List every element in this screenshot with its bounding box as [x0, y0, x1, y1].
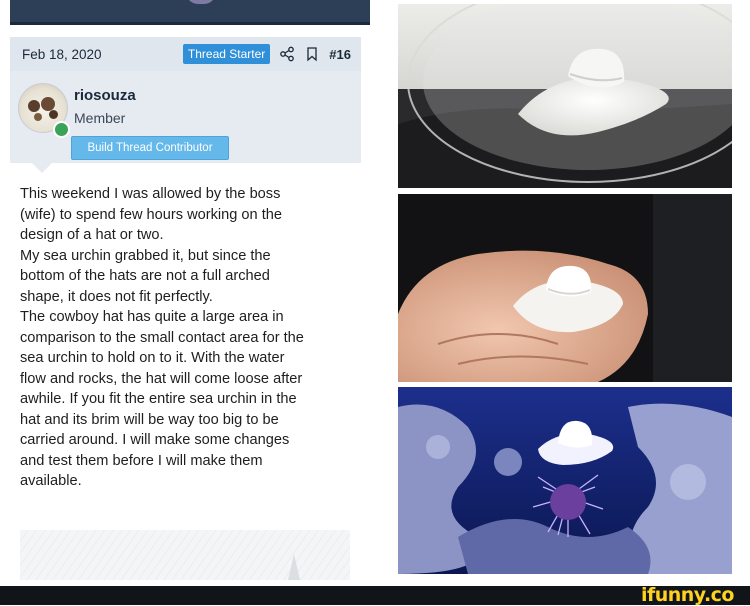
post-body-line: sea urchin to hold on to it. With the wa… — [20, 350, 285, 366]
post-body-line: hat and its brim will be way too big to … — [20, 411, 279, 428]
photo-urchin-with-hat — [398, 387, 732, 574]
post-number-link[interactable]: #16 — [329, 47, 351, 62]
ifunny-watermark: ifunny.co — [640, 584, 735, 606]
contributor-badge: Build Thread Contributor — [71, 136, 229, 160]
post-body-line: awhile. If you fit the entire sea urchin… — [20, 391, 297, 407]
post-body: This weekend I was allowed by the boss (w… — [20, 184, 356, 492]
post-body-line: and test them before I will make them — [20, 452, 263, 469]
post-body-line: (wife) to spend few hours working on the — [20, 206, 283, 223]
post-body-line: available. — [20, 473, 82, 489]
bookmark-icon[interactable] — [304, 46, 320, 62]
post-date[interactable]: Feb 18, 2020 — [22, 47, 183, 62]
footer-bar: ifunny.co — [0, 586, 750, 605]
post-body-line: This weekend I was allowed by the boss — [20, 186, 281, 202]
user-info-block: riosouza Member Build Thread Contributor — [10, 71, 361, 163]
post-body-line: shape, it does not fit perfectly. — [20, 288, 213, 305]
photo-hat-in-hand — [398, 194, 732, 382]
post-body-line: carried around. I will make some changes — [20, 432, 290, 448]
message-pointer — [32, 163, 52, 173]
post-body-line: The cowboy hat has quite a large area in — [20, 309, 284, 325]
embedded-image-fragment — [20, 530, 350, 580]
forum-top-strip — [10, 0, 370, 25]
share-icon[interactable] — [279, 46, 295, 62]
top-avatar-fragment — [186, 0, 216, 4]
post-body-line: flow and rocks, the hat will come loose … — [20, 370, 303, 387]
user-title: Member — [74, 110, 126, 126]
online-status-dot — [53, 121, 70, 138]
post-header: Feb 18, 2020 Thread Starter #16 — [10, 37, 361, 71]
thread-starter-badge: Thread Starter — [182, 44, 271, 64]
post-body-line: comparison to the small contact area for… — [20, 329, 304, 346]
post-body-line: design of a hat or two. — [20, 227, 164, 243]
post-body-line: bottom of the hats are not a full arched — [20, 268, 270, 284]
username-link[interactable]: riosouza — [74, 87, 136, 104]
post-body-line: My sea urchin grabbed it, but since the — [20, 247, 271, 264]
photo-hat-on-disc — [398, 4, 732, 188]
